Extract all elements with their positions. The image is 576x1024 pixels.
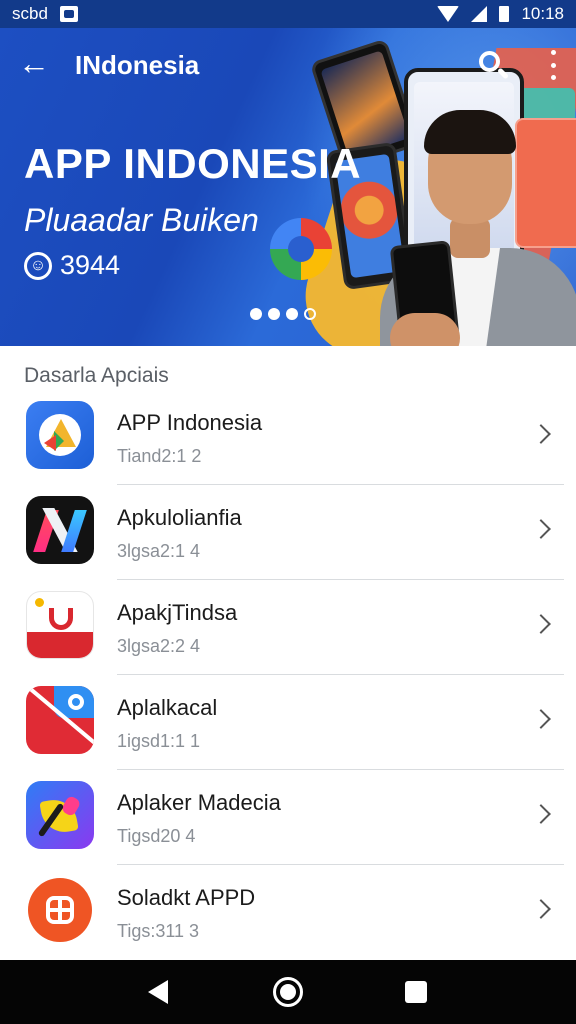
nav-recents-icon[interactable] xyxy=(405,981,427,1003)
chevron-right-icon xyxy=(531,424,551,444)
app-name: ApakjTindsa xyxy=(117,600,238,625)
plus-circle-icon xyxy=(26,876,94,944)
app-bar-title: INdonesia xyxy=(75,50,200,80)
hero-person-image xyxy=(360,98,576,346)
app-list: APP Indonesia Tiand2:1 2 Apkulolianfia 3… xyxy=(0,390,576,960)
carousel-dot[interactable] xyxy=(268,308,280,320)
app-name: Soladkt APPD xyxy=(117,885,256,910)
drive-triangle-icon xyxy=(26,401,94,469)
app-meta: Tigs:311 3 xyxy=(117,921,200,941)
nav-home-icon[interactable] xyxy=(273,977,303,1007)
carousel-dot[interactable] xyxy=(286,308,298,320)
back-arrow-icon[interactable]: ← xyxy=(18,47,50,80)
status-carrier-text: scbd xyxy=(12,4,48,23)
section-header: Dasarla Apciais xyxy=(24,364,169,387)
wifi-icon xyxy=(437,6,460,22)
carousel-indicator[interactable] xyxy=(250,308,316,320)
app-list-item[interactable]: Apkulolianfia 3lgsa2:1 4 xyxy=(0,485,576,580)
chevron-right-icon xyxy=(531,804,551,824)
user-badge-icon: ☺ xyxy=(24,252,52,280)
status-right: 10:18 xyxy=(437,4,564,24)
hero-banner[interactable]: ← INdonesia APP INDONESIA Pluaadar Buike… xyxy=(0,28,576,346)
promo-logo-icon xyxy=(270,218,332,280)
app-name: Aplaker Madecia xyxy=(117,790,281,815)
hero-count: 3944 xyxy=(60,250,121,280)
app-meta: 1igsd1:1 1 xyxy=(117,731,201,751)
app-meta: Tiand2:1 2 xyxy=(117,446,202,466)
search-icon[interactable] xyxy=(476,48,510,82)
app-list-item[interactable]: Aplaker Madecia Tigsd20 4 xyxy=(0,770,576,865)
app-list-item[interactable]: Aplalkacal 1igsd1:1 1 xyxy=(0,675,576,770)
app-list-item[interactable]: APP Indonesia Tiand2:1 2 xyxy=(0,390,576,485)
app-name: Apkulolianfia xyxy=(117,505,242,530)
battery-icon xyxy=(499,6,510,22)
app-name: Aplalkacal xyxy=(117,695,218,720)
status-left: scbd xyxy=(12,4,78,24)
carousel-dot[interactable] xyxy=(250,308,262,320)
image-notification-icon xyxy=(59,6,78,22)
chevron-right-icon xyxy=(531,709,551,729)
app-list-item[interactable]: ApakjTindsa 3lgsa2:2 4 xyxy=(0,580,576,675)
eye-slash-icon xyxy=(26,686,94,754)
more-options-icon[interactable] xyxy=(545,48,561,82)
carousel-dot[interactable] xyxy=(304,308,316,320)
navigation-bar xyxy=(0,960,576,1024)
app-meta: 3lgsa2:1 4 xyxy=(117,541,201,561)
chevron-right-icon xyxy=(531,614,551,634)
nav-back-icon[interactable] xyxy=(148,980,168,1004)
app-list-item[interactable]: Soladkt APPD Tigs:311 3 xyxy=(0,865,576,960)
chevron-right-icon xyxy=(531,519,551,539)
hero-title: APP INDONESIA xyxy=(24,140,362,187)
app-meta: Tigsd20 4 xyxy=(117,826,196,846)
status-bar: scbd 10:18 xyxy=(0,0,576,28)
heart-basket-icon xyxy=(26,591,94,659)
app-name: APP Indonesia xyxy=(117,410,263,435)
signal-icon xyxy=(471,6,488,22)
paint-leaf-icon xyxy=(26,781,94,849)
status-time: 10:18 xyxy=(521,4,564,23)
app-meta: 3lgsa2:2 4 xyxy=(117,636,201,656)
hero-subtitle: Pluaadar Buiken xyxy=(24,202,259,238)
stripes-n-icon xyxy=(26,496,94,564)
chevron-right-icon xyxy=(531,899,551,919)
